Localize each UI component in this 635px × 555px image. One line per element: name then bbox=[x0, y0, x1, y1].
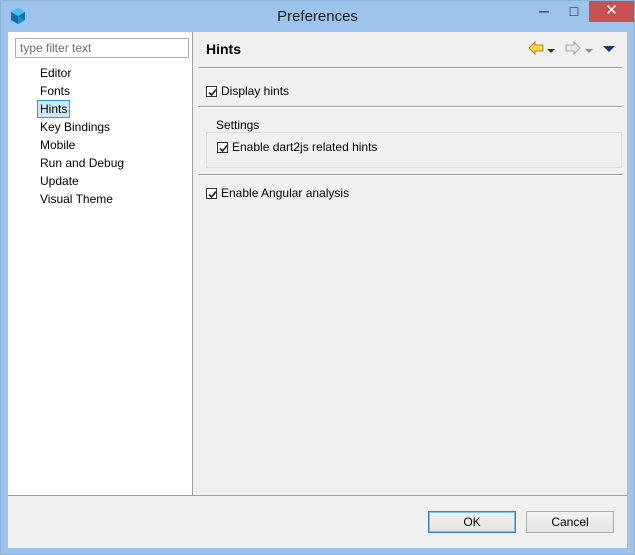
section-separator-2 bbox=[198, 174, 622, 176]
tree-item-key-bindings[interactable]: Key Bindings bbox=[38, 118, 112, 136]
tree-item-hints[interactable]: Hints bbox=[37, 100, 71, 118]
minimize-button[interactable]: ─ bbox=[531, 1, 557, 22]
tree-item-visual-theme[interactable]: Visual Theme bbox=[38, 190, 115, 208]
display-hints-option[interactable]: Display hints bbox=[206, 83, 289, 99]
cancel-button[interactable]: Cancel bbox=[526, 511, 614, 533]
forward-arrow-icon[interactable] bbox=[565, 40, 581, 59]
angular-analysis-label: Enable Angular analysis bbox=[221, 186, 350, 200]
footer-separator bbox=[8, 495, 627, 496]
dart2js-hints-checkbox[interactable] bbox=[217, 141, 228, 153]
ok-button[interactable]: OK bbox=[428, 511, 516, 533]
page-navigation bbox=[528, 40, 623, 58]
forward-dropdown-icon[interactable] bbox=[585, 44, 593, 58]
title-bar[interactable]: Preferences ─ □ ✕ bbox=[1, 1, 634, 32]
preference-page: Hints Display hints Settings Enable dart… bbox=[193, 32, 627, 495]
dart2js-hints-label: Enable dart2js related hints bbox=[232, 140, 378, 154]
tree-item-fonts[interactable]: Fonts bbox=[38, 82, 72, 100]
page-title: Hints bbox=[206, 41, 241, 57]
angular-analysis-checkbox[interactable] bbox=[206, 187, 217, 199]
dialog-body: Editor Fonts Hints Key Bindings Mobile R… bbox=[8, 32, 627, 548]
dart2js-hints-option[interactable]: Enable dart2js related hints bbox=[217, 139, 377, 155]
filter-input[interactable] bbox=[15, 38, 189, 58]
preference-tree: Editor Fonts Hints Key Bindings Mobile R… bbox=[37, 64, 126, 208]
preference-tree-pane: Editor Fonts Hints Key Bindings Mobile R… bbox=[8, 32, 193, 495]
maximize-button[interactable]: □ bbox=[561, 1, 587, 22]
display-hints-label: Display hints bbox=[221, 84, 290, 98]
back-dropdown-icon[interactable] bbox=[547, 44, 555, 58]
tree-item-mobile[interactable]: Mobile bbox=[38, 136, 77, 154]
tree-item-update[interactable]: Update bbox=[38, 172, 81, 190]
tree-item-run-and-debug[interactable]: Run and Debug bbox=[38, 154, 126, 172]
close-button[interactable]: ✕ bbox=[589, 1, 634, 22]
display-hints-checkbox[interactable] bbox=[206, 85, 217, 97]
angular-analysis-option[interactable]: Enable Angular analysis bbox=[206, 185, 349, 201]
section-separator bbox=[198, 106, 622, 108]
settings-group: Settings Enable dart2js related hints bbox=[206, 118, 622, 168]
title-separator bbox=[198, 67, 622, 69]
preferences-window: Preferences ─ □ ✕ Editor Fonts Hints Key… bbox=[0, 0, 635, 555]
settings-group-label: Settings bbox=[215, 118, 261, 132]
tree-item-editor[interactable]: Editor bbox=[38, 64, 73, 82]
back-arrow-icon[interactable] bbox=[528, 40, 544, 59]
view-menu-icon[interactable] bbox=[603, 43, 615, 57]
